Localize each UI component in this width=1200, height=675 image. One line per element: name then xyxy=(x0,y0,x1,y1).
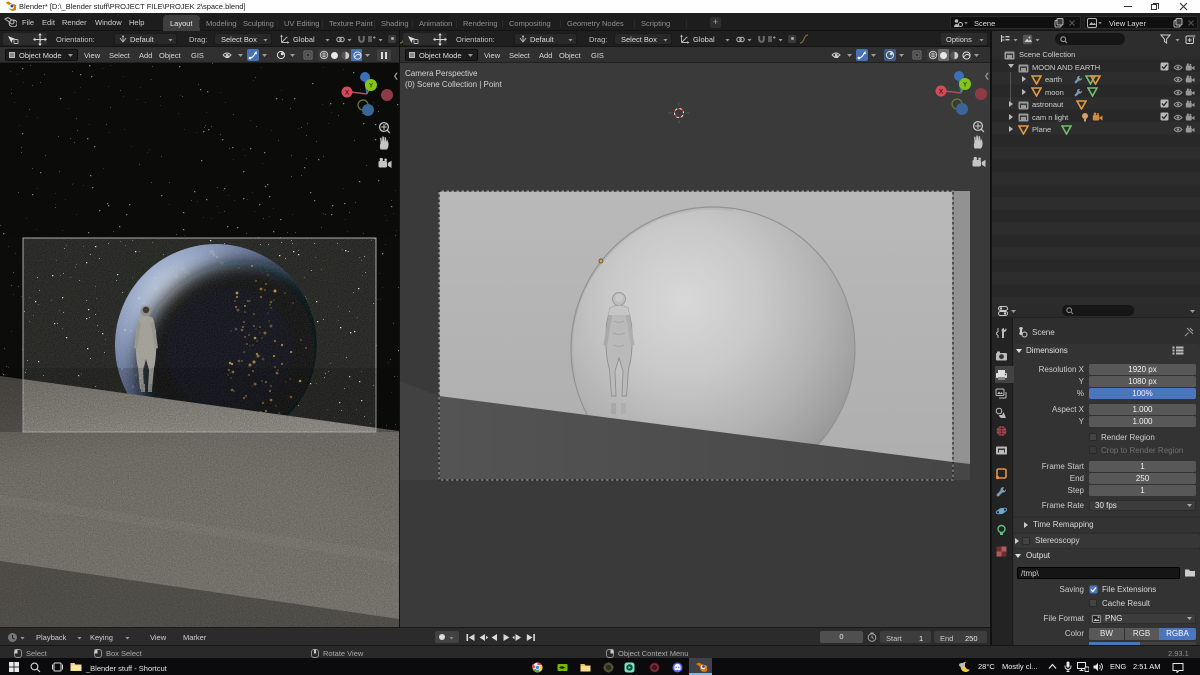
svg-text:X: X xyxy=(345,90,350,97)
svg-text:Y: Y xyxy=(369,83,374,90)
svg-text:(0) Scene Collection | Point: (0) Scene Collection | Point xyxy=(405,80,503,89)
svg-text:Camera Perspective: Camera Perspective xyxy=(405,69,478,78)
svg-text:Y: Y xyxy=(963,82,968,89)
svg-text:X: X xyxy=(939,89,944,96)
